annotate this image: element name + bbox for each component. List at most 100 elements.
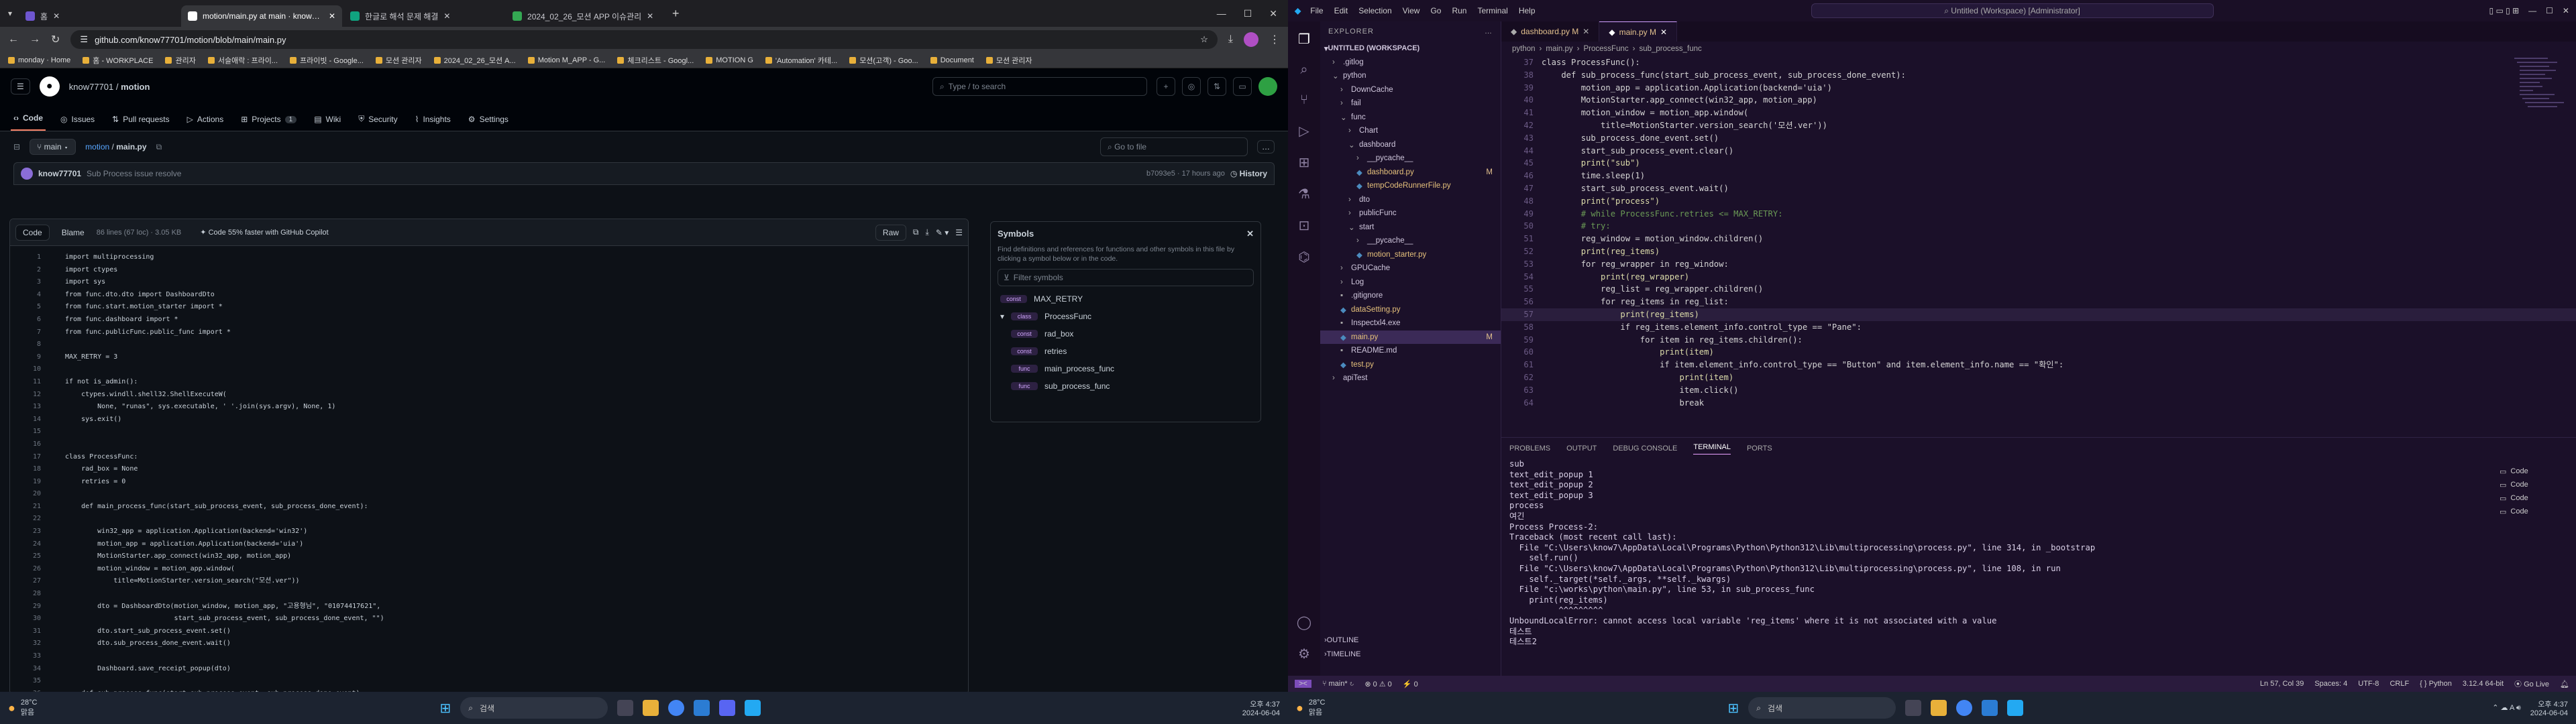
menu-view[interactable]: View: [1403, 6, 1420, 15]
tree-item[interactable]: ▪ .gitignore: [1320, 289, 1501, 303]
breadcrumb-repo[interactable]: motion: [85, 142, 109, 152]
menu-run[interactable]: Run: [1452, 6, 1466, 15]
github-logo-icon[interactable]: ●: [39, 76, 60, 97]
bookmark-item[interactable]: Document: [930, 56, 974, 64]
repo-tab-settings[interactable]: ⚙ Settings: [466, 115, 511, 131]
bookmark-item[interactable]: monday · Home: [8, 56, 70, 64]
tree-item[interactable]: › fail: [1320, 97, 1501, 111]
repo-tab-wiki[interactable]: ▤ Wiki: [311, 115, 343, 131]
create-new-icon[interactable]: +: [1157, 77, 1175, 96]
close-icon[interactable]: ✕: [1660, 27, 1667, 37]
line-number[interactable]: 8: [10, 339, 48, 351]
symbols-toggle-icon[interactable]: ☰: [955, 228, 963, 237]
vscode-icon[interactable]: [2007, 700, 2024, 716]
line-number[interactable]: 13: [10, 401, 48, 414]
ports-indicator[interactable]: ⚡ 0: [1403, 680, 1418, 688]
more-options-icon[interactable]: …: [1257, 140, 1275, 154]
more-icon[interactable]: …: [1485, 27, 1493, 36]
symbol-item[interactable]: const MAX_RETRY: [998, 290, 1254, 308]
menu-help[interactable]: Help: [1519, 6, 1536, 15]
line-number[interactable]: 17: [10, 451, 48, 464]
breadcrumb-item[interactable]: sub_process_func: [1639, 45, 1701, 53]
settings-gear-icon[interactable]: ⚙: [1298, 646, 1310, 662]
tree-item[interactable]: ⌄ func: [1320, 111, 1501, 125]
vscode-icon[interactable]: [745, 700, 761, 716]
site-info-icon[interactable]: ☰: [80, 34, 88, 45]
issues-icon[interactable]: ◎: [1182, 77, 1201, 96]
editor-tab[interactable]: ◆ main.py M ✕: [1599, 21, 1678, 42]
tab-close-icon[interactable]: ✕: [647, 11, 653, 21]
line-number[interactable]: 15: [10, 426, 48, 438]
menu-terminal[interactable]: Terminal: [1477, 6, 1507, 15]
line-number[interactable]: 34: [10, 663, 48, 676]
bookmark-item[interactable]: 관리자: [165, 55, 196, 66]
repo-tab-projects[interactable]: ⊞ Projects 1: [238, 115, 299, 131]
line-number[interactable]: 28: [10, 588, 48, 601]
minimize-button[interactable]: —: [2528, 6, 2536, 15]
eol[interactable]: CRLF: [2390, 680, 2409, 688]
notifications-icon[interactable]: 🔔︎: [2560, 680, 2569, 688]
bookmark-item[interactable]: 모션(고객) - Goo...: [849, 55, 918, 66]
pull-requests-icon[interactable]: ⇅: [1208, 77, 1226, 96]
inbox-icon[interactable]: ▭: [1233, 77, 1252, 96]
repo-tab-security[interactable]: ⛨ Security: [356, 114, 400, 131]
tree-item[interactable]: › publicFunc: [1320, 206, 1501, 221]
search-icon[interactable]: ⌕: [1300, 62, 1307, 78]
tree-item[interactable]: ⌄ dashboard: [1320, 138, 1501, 152]
line-number[interactable]: 27: [10, 575, 48, 588]
branch-selector[interactable]: ⑂ main ▾: [30, 139, 76, 155]
line-number[interactable]: 23: [10, 526, 48, 538]
terminal-instance[interactable]: ▭ Code: [2500, 465, 2567, 478]
bookmark-item[interactable]: 모션 관리자: [375, 55, 422, 66]
panel-tab-debug-console[interactable]: DEBUG CONSOLE: [1613, 444, 1677, 452]
user-avatar[interactable]: [1258, 77, 1277, 96]
commit-author[interactable]: know77701: [38, 169, 81, 178]
hamburger-menu-icon[interactable]: ☰: [11, 78, 30, 95]
explorer-icon[interactable]: [1931, 700, 1947, 716]
bookmark-item[interactable]: Motion M_APP - G...: [527, 56, 605, 64]
tree-item[interactable]: ◆ motion_starter.py: [1320, 248, 1501, 262]
repo-tab-code[interactable]: ‹› Code: [11, 113, 46, 131]
interpreter[interactable]: 3.12.4 64-bit: [2463, 680, 2504, 688]
encoding[interactable]: UTF-8: [2358, 680, 2379, 688]
tree-item[interactable]: › __pycache__: [1320, 152, 1501, 166]
panel-tab-output[interactable]: OUTPUT: [1566, 444, 1597, 452]
go-live[interactable]: ⦿ Go Live: [2514, 678, 2549, 689]
line-number[interactable]: 7: [10, 326, 48, 339]
line-number[interactable]: 18: [10, 463, 48, 476]
symbol-item[interactable]: func main_process_func: [998, 360, 1254, 377]
close-icon[interactable]: ✕: [1582, 27, 1589, 36]
panel-tab-terminal[interactable]: TERMINAL: [1693, 443, 1731, 455]
line-number[interactable]: 12: [10, 389, 48, 402]
chrome-icon[interactable]: [668, 700, 685, 716]
breadcrumb-item[interactable]: python: [1512, 45, 1536, 53]
download-icon[interactable]: ⤓: [926, 227, 929, 237]
forward-button[interactable]: →: [30, 34, 40, 46]
repo-name[interactable]: motion: [121, 82, 150, 92]
tab-close-icon[interactable]: ✕: [53, 11, 60, 21]
tree-item[interactable]: ⌄ start: [1320, 221, 1501, 235]
terminal-instance[interactable]: ▭ Code: [2500, 505, 2567, 518]
tree-item[interactable]: › DownCache: [1320, 83, 1501, 97]
tab-close-icon[interactable]: ✕: [443, 11, 450, 21]
account-icon[interactable]: ◯: [1297, 614, 1311, 631]
branch-indicator[interactable]: ⑂ main* ↻: [1322, 680, 1354, 688]
browser-menu-icon[interactable]: ⋮: [1269, 33, 1280, 46]
repo-owner[interactable]: know77701: [69, 82, 114, 92]
tree-item[interactable]: ▪ README.md: [1320, 344, 1501, 358]
command-center[interactable]: ⌕ Untitled (Workspace) [Administrator]: [1811, 3, 2214, 18]
tree-item[interactable]: ⌄ python: [1320, 69, 1501, 83]
repo-tab-pull-requests[interactable]: ⇅ Pull requests: [109, 115, 172, 131]
line-number[interactable]: 35: [10, 675, 48, 688]
explorer-icon[interactable]: ❐: [1298, 31, 1310, 48]
line-number[interactable]: 25: [10, 550, 48, 563]
symbol-item[interactable]: func sub_process_func: [998, 377, 1254, 395]
tree-item[interactable]: ◆ dashboard.py M: [1320, 166, 1501, 180]
bookmark-item[interactable]: 홈 - WORKPLACE: [83, 55, 153, 66]
start-icon[interactable]: ⊞: [1727, 700, 1739, 717]
filter-symbols-input[interactable]: ⊻ Filter symbols: [998, 269, 1254, 286]
line-number[interactable]: 22: [10, 513, 48, 526]
bookmark-item[interactable]: 2024_02_26_모션 A...: [433, 55, 516, 66]
maximize-button[interactable]: ☐: [1244, 8, 1252, 19]
app-icon[interactable]: [1982, 700, 1998, 716]
